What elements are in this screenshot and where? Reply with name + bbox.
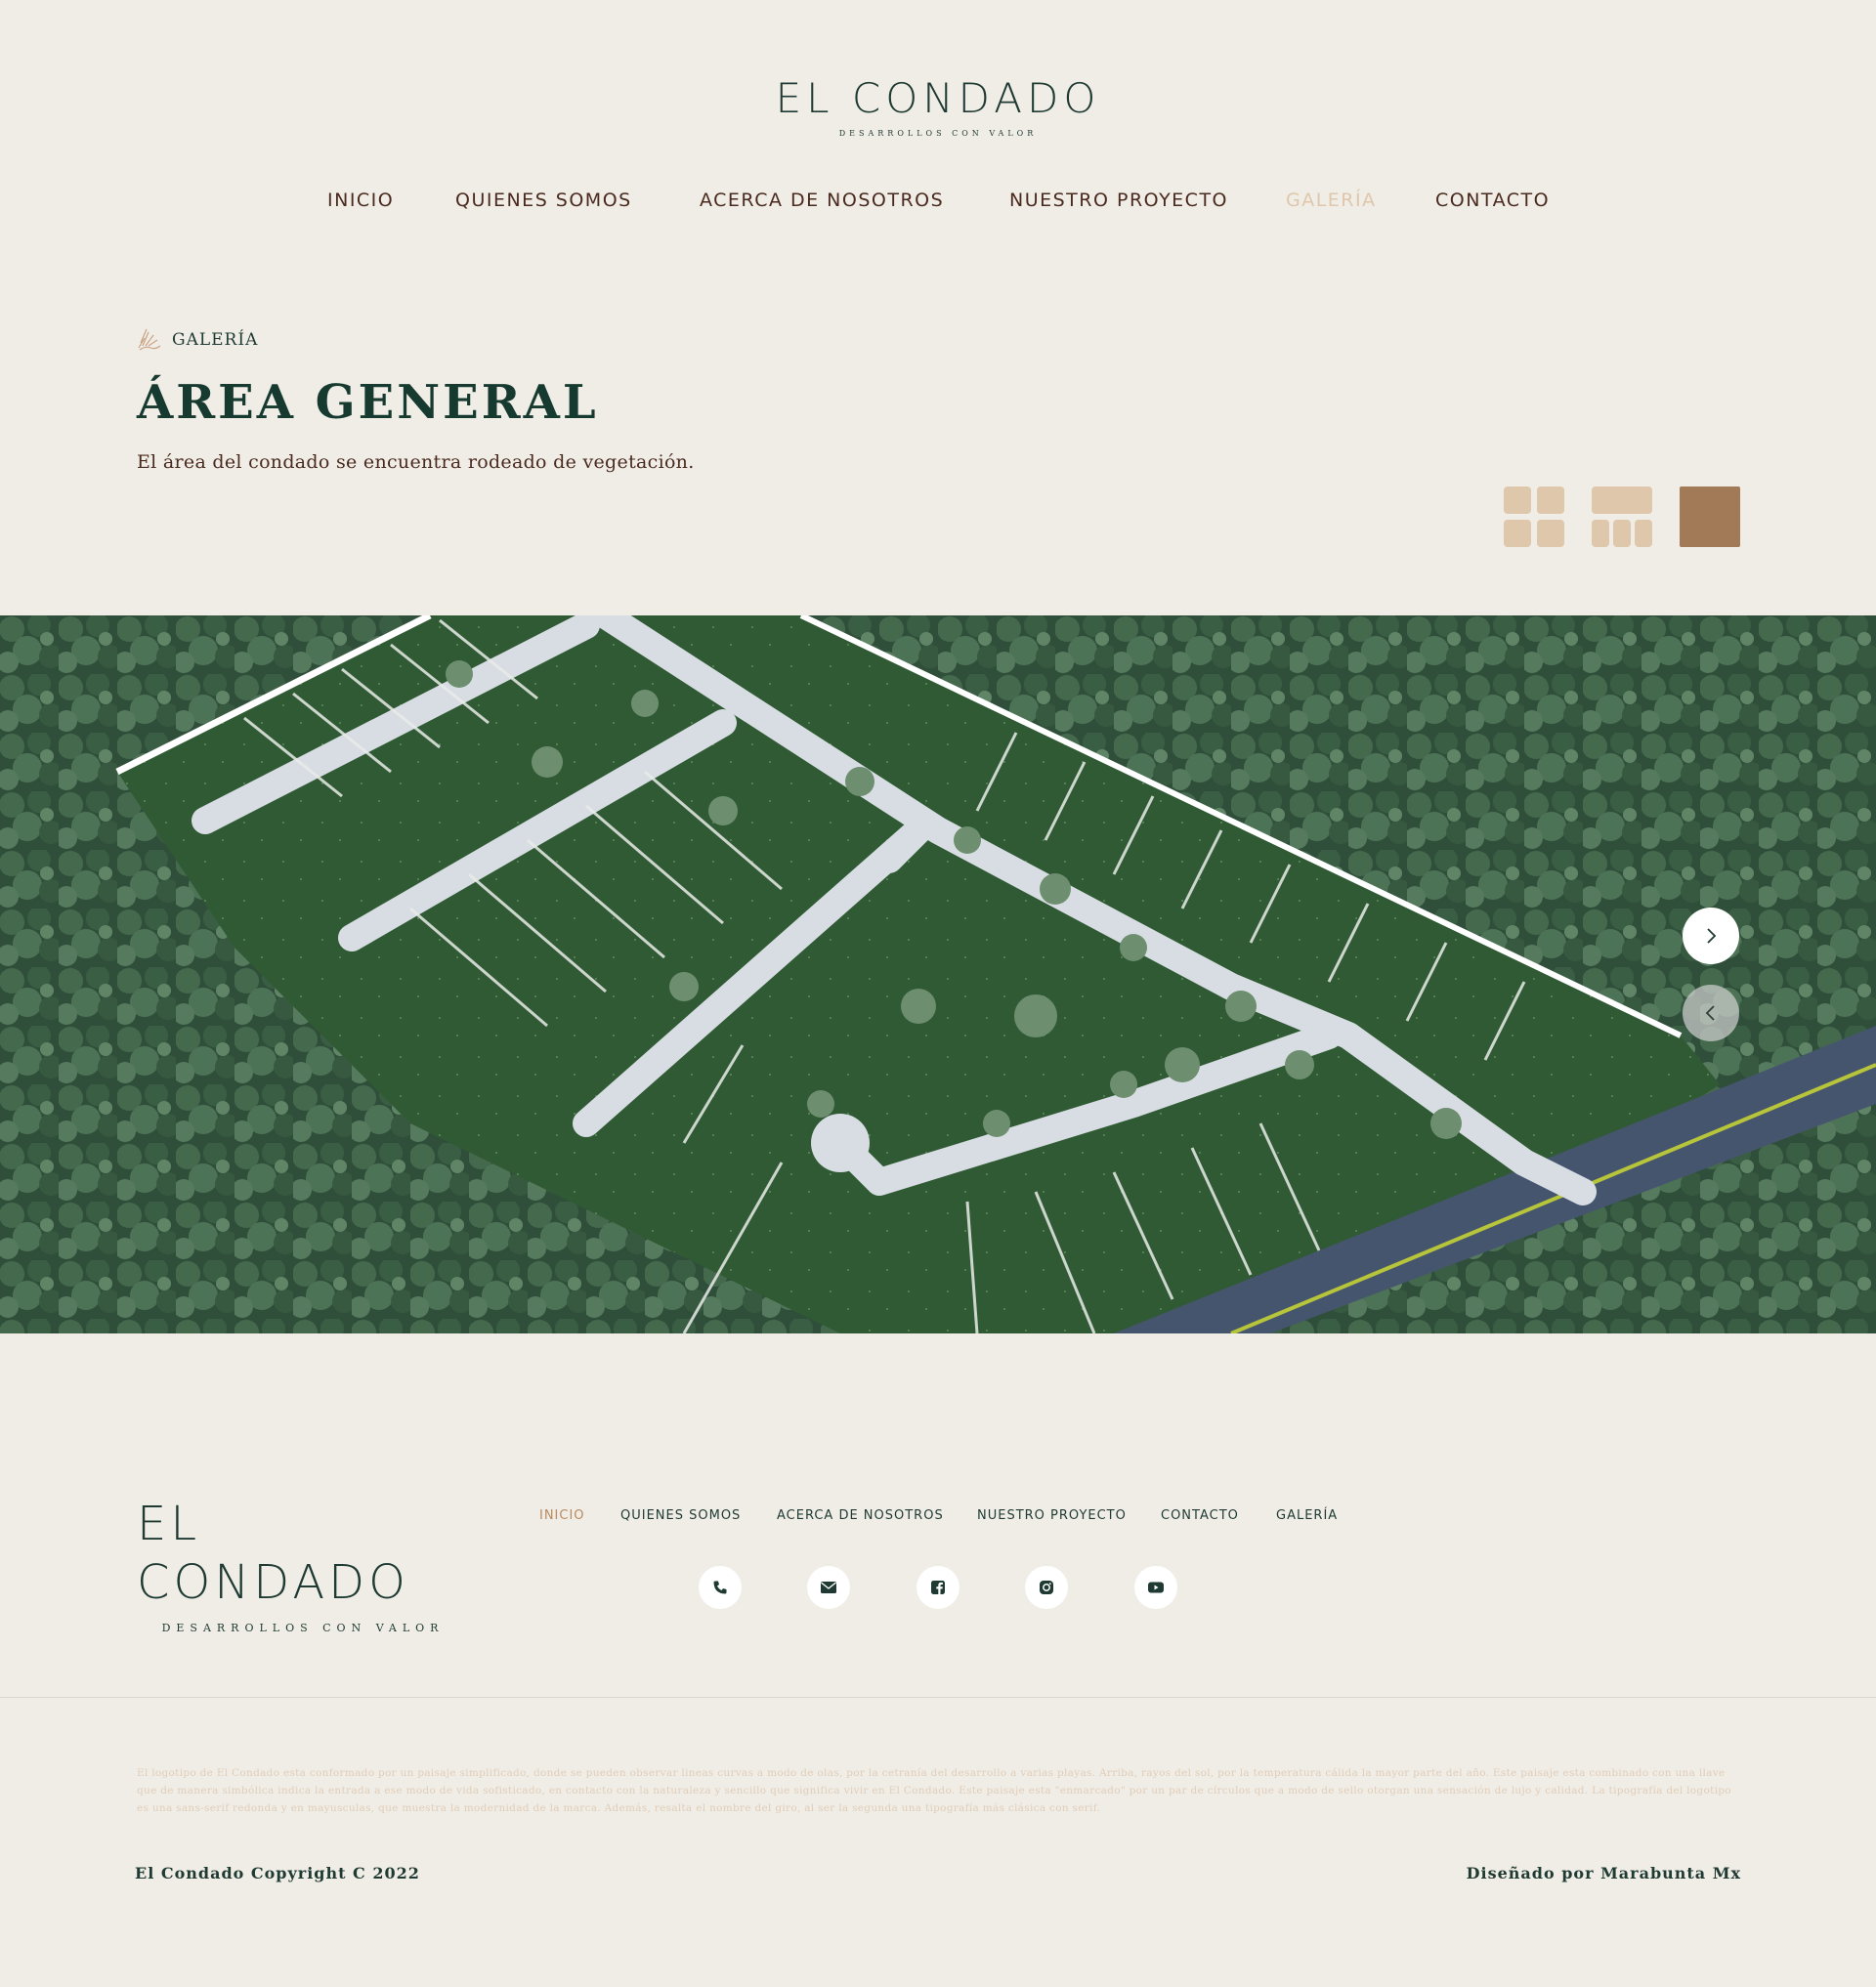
chevron-right-icon [1707,928,1717,944]
page-title: ÁREA GENERAL [137,375,599,430]
phone-icon [713,1581,727,1594]
footer-divider [0,1697,1876,1698]
nav-item-contacto[interactable]: CONTACTO [1435,190,1550,211]
carousel-next-button[interactable] [1683,908,1739,964]
logo-description-text: El logotipo de El Condado esta conformad… [137,1767,1731,1814]
aerial-view-illustration [0,615,1876,1333]
logo-wordmark: EL CONDADO [775,74,1101,122]
section-label-text: GALERÍA [172,330,259,350]
grid-5-icon[interactable] [1592,486,1652,547]
logo-tagline: DESARROLLOS CON VALOR [838,129,1038,138]
page-description: El área del condado se encuentra rodeado… [137,451,695,473]
footer-logo-tagline: DESARROLLOS CON VALOR [161,1622,445,1634]
email-button[interactable] [807,1566,850,1609]
nav-item-quienes-somos[interactable]: QUIENES SOMOS [455,190,632,211]
logo-key-icon [138,328,161,351]
facebook-icon [931,1581,945,1594]
main-nav: INICIO QUIENES SOMOS ACERCA DE NOSOTROS … [0,190,1876,219]
nav-item-nuestro-proyecto[interactable]: NUESTRO PROYECTO [1009,190,1228,211]
phone-button[interactable] [699,1566,742,1609]
copyright-text: El Condado Copyright C 2022 [135,1864,420,1882]
footer-nav-quienes-somos[interactable]: QUIENES SOMOS [620,1508,741,1523]
nav-item-galeria[interactable]: GALERÍA [1286,190,1377,211]
grid-4-icon[interactable] [1504,486,1564,547]
section-label: GALERÍA [137,326,258,354]
header-logo[interactable]: EL CONDADO DESARROLLOS CON VALOR [0,74,1876,138]
nav-item-acerca-de-nosotros[interactable]: ACERCA DE NOSOTROS [700,190,944,211]
footer-nav-galeria[interactable]: GALERÍA [1276,1508,1338,1523]
youtube-button[interactable] [1134,1566,1177,1609]
instagram-button[interactable] [1025,1566,1068,1609]
gallery-image [0,615,1876,1333]
instagram-icon [1040,1581,1053,1594]
youtube-icon [1148,1582,1164,1593]
footer-nav-acerca-de-nosotros[interactable]: ACERCA DE NOSOTROS [777,1508,944,1523]
nav-item-inicio[interactable]: INICIO [327,190,394,211]
chevron-left-icon [1705,1005,1715,1021]
footer-nav-nuestro-proyecto[interactable]: NUESTRO PROYECTO [977,1508,1127,1523]
footer-nav-inicio[interactable]: INICIO [539,1508,585,1523]
carousel-prev-button[interactable] [1683,985,1739,1041]
single-view-icon[interactable] [1680,486,1740,547]
facebook-button[interactable] [917,1566,959,1609]
footer-nav-contacto[interactable]: CONTACTO [1161,1508,1239,1523]
email-icon [821,1582,836,1593]
footer-nav: INICIO QUIENES SOMOS ACERCA DE NOSOTROS … [0,1508,1876,1528]
designer-credit[interactable]: Diseñado por Marabunta Mx [1467,1864,1741,1882]
social-links [0,1566,1876,1609]
